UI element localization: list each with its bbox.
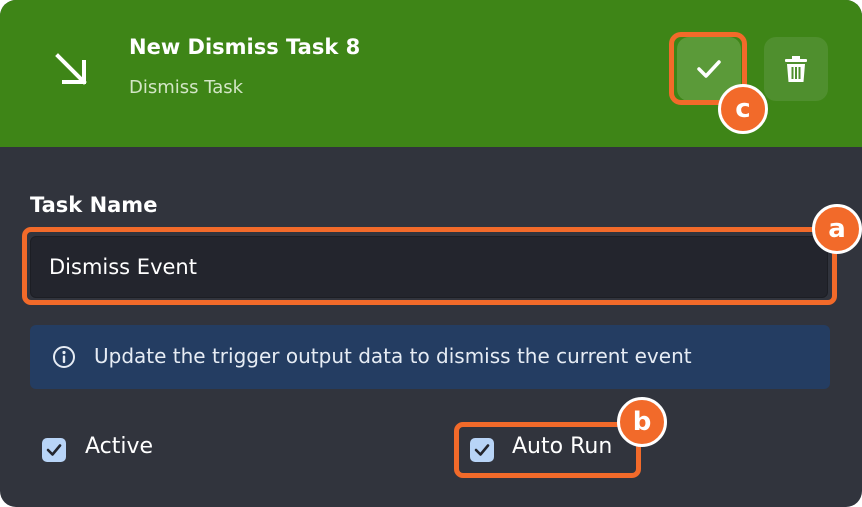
checkmark-icon [697,60,721,78]
active-label[interactable]: Active [85,434,153,459]
info-text: Update the trigger output data to dismis… [94,344,692,368]
task-name-label: Task Name [30,193,158,217]
checkmark-icon [46,444,62,456]
auto-run-label[interactable]: Auto Run [512,434,612,459]
info-banner: Update the trigger output data to dismis… [30,325,830,389]
task-title: New Dismiss Task 8 [129,35,361,59]
arrow-down-right-icon [55,53,87,85]
trash-icon [785,56,807,82]
delete-button[interactable] [764,37,828,101]
annotation-badge-b: b [617,397,667,447]
checkmark-icon [474,444,490,456]
task-card: New Dismiss Task 8 Dismiss Task Task Nam… [0,0,862,507]
annotation-badge-c: c [718,84,768,134]
auto-run-checkbox[interactable] [470,438,494,462]
info-circle-icon [53,346,75,368]
active-checkbox[interactable] [42,438,66,462]
task-name-input[interactable] [30,236,828,298]
task-subtitle: Dismiss Task [129,77,244,98]
annotation-badge-a: a [812,204,862,254]
